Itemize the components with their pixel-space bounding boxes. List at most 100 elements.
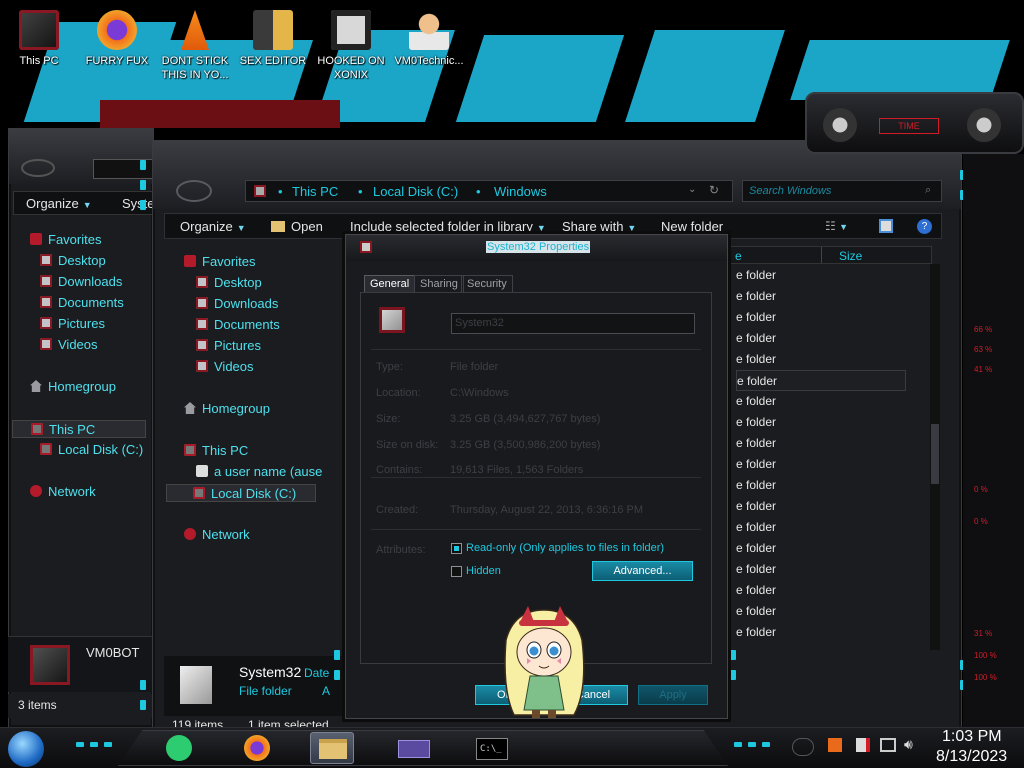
help-icon[interactable]: ? bbox=[917, 219, 932, 234]
table-row[interactable]: e folder bbox=[736, 559, 906, 580]
table-row[interactable]: e folder bbox=[736, 538, 906, 559]
search-icon[interactable]: ⌕ bbox=[925, 184, 931, 197]
tab-general[interactable]: General bbox=[364, 275, 416, 292]
hidden-label[interactable]: Hidden bbox=[466, 565, 501, 577]
back-nav-homegroup[interactable]: Homegroup bbox=[30, 378, 116, 396]
breadcrumb-local-disk[interactable]: Local Disk (C:) bbox=[373, 184, 458, 199]
taskbar-firefox-app[interactable] bbox=[236, 732, 280, 764]
this-pc-icon bbox=[31, 423, 43, 435]
apply-button[interactable]: Apply bbox=[638, 685, 708, 705]
back-nav-videos[interactable]: Videos bbox=[40, 336, 98, 354]
cartoon-character-sticker[interactable] bbox=[494, 600, 594, 720]
back-nav-this-pc[interactable]: This PC bbox=[12, 420, 146, 438]
taskbar-explorer-app[interactable] bbox=[310, 732, 354, 764]
nav-local-disk[interactable]: Local Disk (C:) bbox=[166, 484, 316, 502]
table-row[interactable]: e folder bbox=[736, 601, 906, 622]
action-center-icon[interactable] bbox=[856, 738, 870, 752]
desktop-icon-this-pc[interactable]: This PC bbox=[0, 4, 78, 84]
column-size-header[interactable]: Size bbox=[839, 249, 862, 263]
search-box[interactable]: Search Windows ⌕ bbox=[742, 180, 942, 202]
clock-time[interactable]: 1:03 PM bbox=[942, 728, 1002, 746]
new-folder-button[interactable]: New folder bbox=[661, 219, 723, 234]
table-row[interactable]: e folder bbox=[736, 454, 906, 475]
include-library-button[interactable]: Include selected folder in library ▼ bbox=[350, 219, 546, 234]
column-type-header[interactable]: e bbox=[735, 249, 742, 263]
desktop-icon-vlc[interactable]: DONT STICK THIS IN YO... bbox=[156, 4, 234, 84]
preview-pane-icon[interactable] bbox=[879, 219, 893, 233]
open-button[interactable]: Open bbox=[271, 219, 323, 234]
nav-homegroup[interactable]: Homegroup bbox=[184, 400, 270, 418]
back-nav-network[interactable]: Network bbox=[30, 483, 96, 501]
desktop-icon-xonix[interactable]: HOOKED ON XONIX bbox=[312, 4, 390, 84]
desktop-icon-furry-fux[interactable]: FURRY FUX bbox=[78, 4, 156, 84]
table-row[interactable]: e folder bbox=[736, 307, 906, 328]
table-row[interactable]: e folder bbox=[736, 265, 906, 286]
table-row[interactable]: e folder bbox=[736, 391, 906, 412]
taskbar-cmd-app[interactable]: C:\_ bbox=[470, 732, 514, 764]
readonly-checkbox[interactable] bbox=[451, 543, 462, 554]
nav-user-folder[interactable]: a user name (ause bbox=[196, 463, 322, 481]
show-hidden-icons-button[interactable] bbox=[792, 738, 814, 756]
table-row[interactable]: e folder bbox=[736, 433, 906, 454]
back-nav-documents[interactable]: Documents bbox=[40, 294, 124, 312]
notification-flag-icon[interactable] bbox=[828, 738, 842, 752]
table-row[interactable]: e folder bbox=[736, 328, 906, 349]
dialog-title-bar[interactable]: System32 Properties bbox=[346, 235, 727, 261]
nav-videos[interactable]: Videos bbox=[196, 358, 254, 376]
clock-date[interactable]: 8/13/2023 bbox=[936, 748, 1007, 766]
start-button[interactable] bbox=[8, 731, 44, 767]
table-row[interactable]: e folder bbox=[736, 349, 906, 370]
tab-sharing[interactable]: Sharing bbox=[414, 275, 464, 292]
back-nav-local-disk[interactable]: Local Disk (C:) bbox=[40, 441, 143, 459]
nav-favorites[interactable]: Favorites bbox=[184, 253, 255, 271]
nav-network[interactable]: Network bbox=[184, 526, 250, 544]
back-nav-downloads[interactable]: Downloads bbox=[40, 273, 122, 291]
taskbar-control-panel-app[interactable] bbox=[392, 732, 436, 764]
tab-security[interactable]: Security bbox=[461, 275, 513, 292]
table-row[interactable]: e folder bbox=[736, 286, 906, 307]
desktop-icon-sex-editor[interactable]: SEX EDITOR bbox=[234, 4, 312, 84]
wallpaper-splash bbox=[625, 30, 785, 122]
view-options-icon[interactable]: ☷ ▼ bbox=[825, 219, 848, 233]
nav-pictures[interactable]: Pictures bbox=[196, 337, 261, 355]
breadcrumb-this-pc[interactable]: This PC bbox=[292, 184, 338, 199]
back-nav-pictures[interactable]: Pictures bbox=[40, 315, 105, 333]
address-bar[interactable]: • This PC • Local Disk (C:) • Windows ⌄ … bbox=[245, 180, 733, 202]
volume-icon[interactable]: 🔊︎ bbox=[904, 736, 913, 753]
table-row[interactable]: e folder bbox=[736, 475, 906, 496]
accent-light bbox=[76, 742, 84, 747]
nav-downloads[interactable]: Downloads bbox=[196, 295, 278, 313]
folder-name-field[interactable]: System32 bbox=[451, 313, 695, 334]
table-row[interactable]: e folder bbox=[736, 580, 906, 601]
table-row[interactable]: e folder bbox=[736, 370, 906, 391]
nav-this-pc[interactable]: This PC bbox=[184, 442, 248, 460]
desktop-folder-icon bbox=[196, 276, 208, 288]
scrollbar-thumb[interactable] bbox=[931, 424, 939, 484]
table-row[interactable]: e folder bbox=[736, 412, 906, 433]
back-organize-button[interactable]: Organize ▼ bbox=[26, 196, 92, 211]
back-forward-button[interactable] bbox=[176, 180, 212, 202]
table-row[interactable]: e folder bbox=[736, 622, 906, 643]
organize-button[interactable]: Organize ▼ bbox=[180, 219, 246, 234]
refresh-icon[interactable]: ↻ bbox=[709, 183, 719, 197]
breadcrumb-windows[interactable]: Windows bbox=[494, 184, 547, 199]
advanced-button[interactable]: Advanced... bbox=[592, 561, 693, 581]
vertical-scrollbar[interactable] bbox=[930, 264, 940, 650]
network-status-icon[interactable] bbox=[880, 738, 896, 752]
back-nav-desktop[interactable]: Desktop bbox=[40, 252, 106, 270]
desktop-icon-label: This PC bbox=[19, 55, 59, 67]
nav-desktop[interactable]: Desktop bbox=[196, 274, 262, 292]
nav-documents[interactable]: Documents bbox=[196, 316, 280, 334]
back-status-bar: 3 items bbox=[8, 694, 154, 718]
back-nav-favorites[interactable]: Favorites bbox=[30, 231, 101, 249]
table-row[interactable]: e folder bbox=[736, 496, 906, 517]
downloads-folder-icon bbox=[196, 297, 208, 309]
desktop-icon-vm0technic[interactable]: VM0Technic... bbox=[390, 4, 468, 84]
chevron-down-icon[interactable]: ⌄ bbox=[688, 184, 696, 195]
back-system-button[interactable]: Syste bbox=[122, 196, 155, 211]
hidden-checkbox[interactable] bbox=[451, 566, 462, 577]
table-row[interactable]: e folder bbox=[736, 517, 906, 538]
readonly-label[interactable]: Read-only (Only applies to files in fold… bbox=[466, 542, 664, 554]
share-with-button[interactable]: Share with ▼ bbox=[562, 219, 636, 234]
taskbar-notes-app[interactable] bbox=[158, 732, 202, 764]
